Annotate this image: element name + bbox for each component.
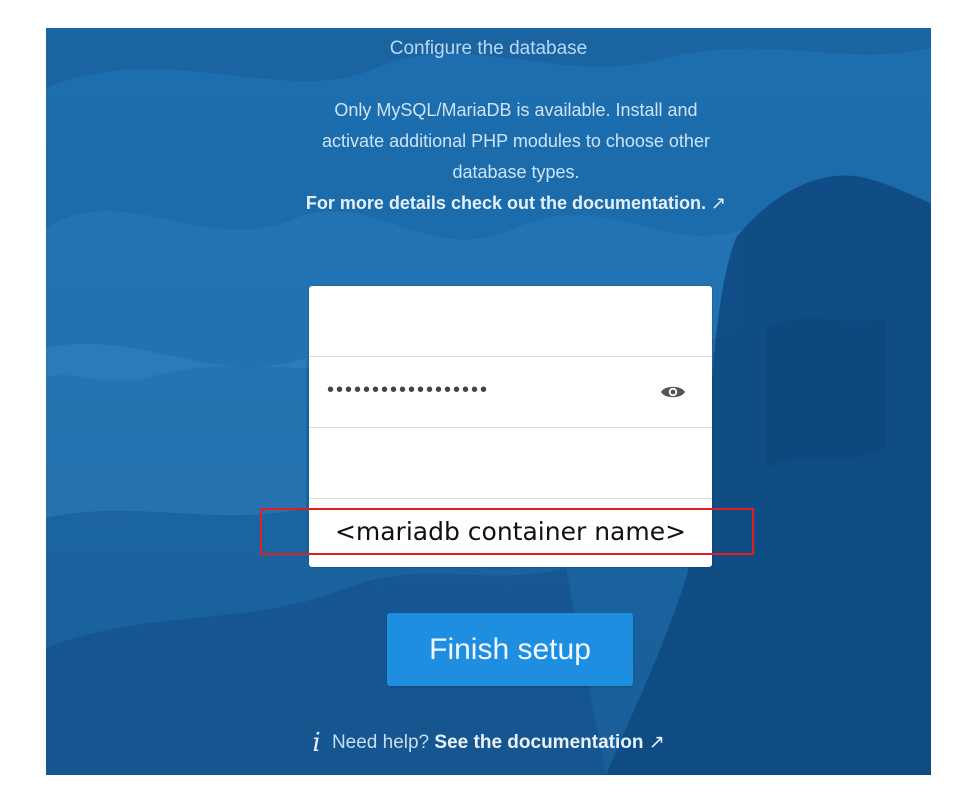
help-prefix: Need help? — [331, 732, 430, 753]
info-icon: i — [312, 728, 321, 758]
docs-link[interactable]: For more details check out the documenta… — [301, 188, 731, 219]
db-user-input[interactable] — [309, 286, 712, 356]
db-name-input[interactable] — [309, 428, 712, 498]
eye-icon[interactable] — [660, 383, 686, 401]
db-host-input[interactable] — [309, 499, 712, 569]
external-link-icon: ↗ — [648, 732, 665, 753]
info-text: Only MySQL/MariaDB is available. Install… — [301, 95, 731, 219]
help-footer: i Need help? See the documentation ↗ — [46, 728, 931, 758]
db-password-input[interactable] — [309, 357, 712, 427]
setup-screen: Configure the database Only MySQL/MariaD… — [46, 28, 931, 775]
finish-setup-button[interactable]: Finish setup — [387, 613, 633, 686]
db-name-field-wrapper — [309, 428, 712, 499]
see-documentation-label[interactable]: See the documentation — [434, 732, 643, 753]
section-title: Configure the database — [389, 38, 588, 59]
db-user-field-wrapper — [309, 286, 712, 357]
see-documentation-link[interactable]: See the documentation ↗ — [434, 732, 664, 753]
external-link-icon: ↗ — [710, 193, 727, 213]
docs-link-label[interactable]: For more details check out the documenta… — [306, 193, 706, 213]
db-availability-note: Only MySQL/MariaDB is available. Install… — [322, 100, 710, 182]
db-host-field-wrapper: <mariadb container name> — [309, 499, 712, 569]
db-password-field-wrapper: •••••••••••••••••• — [309, 357, 712, 428]
database-form: •••••••••••••••••• <mariadb container na… — [309, 286, 712, 569]
